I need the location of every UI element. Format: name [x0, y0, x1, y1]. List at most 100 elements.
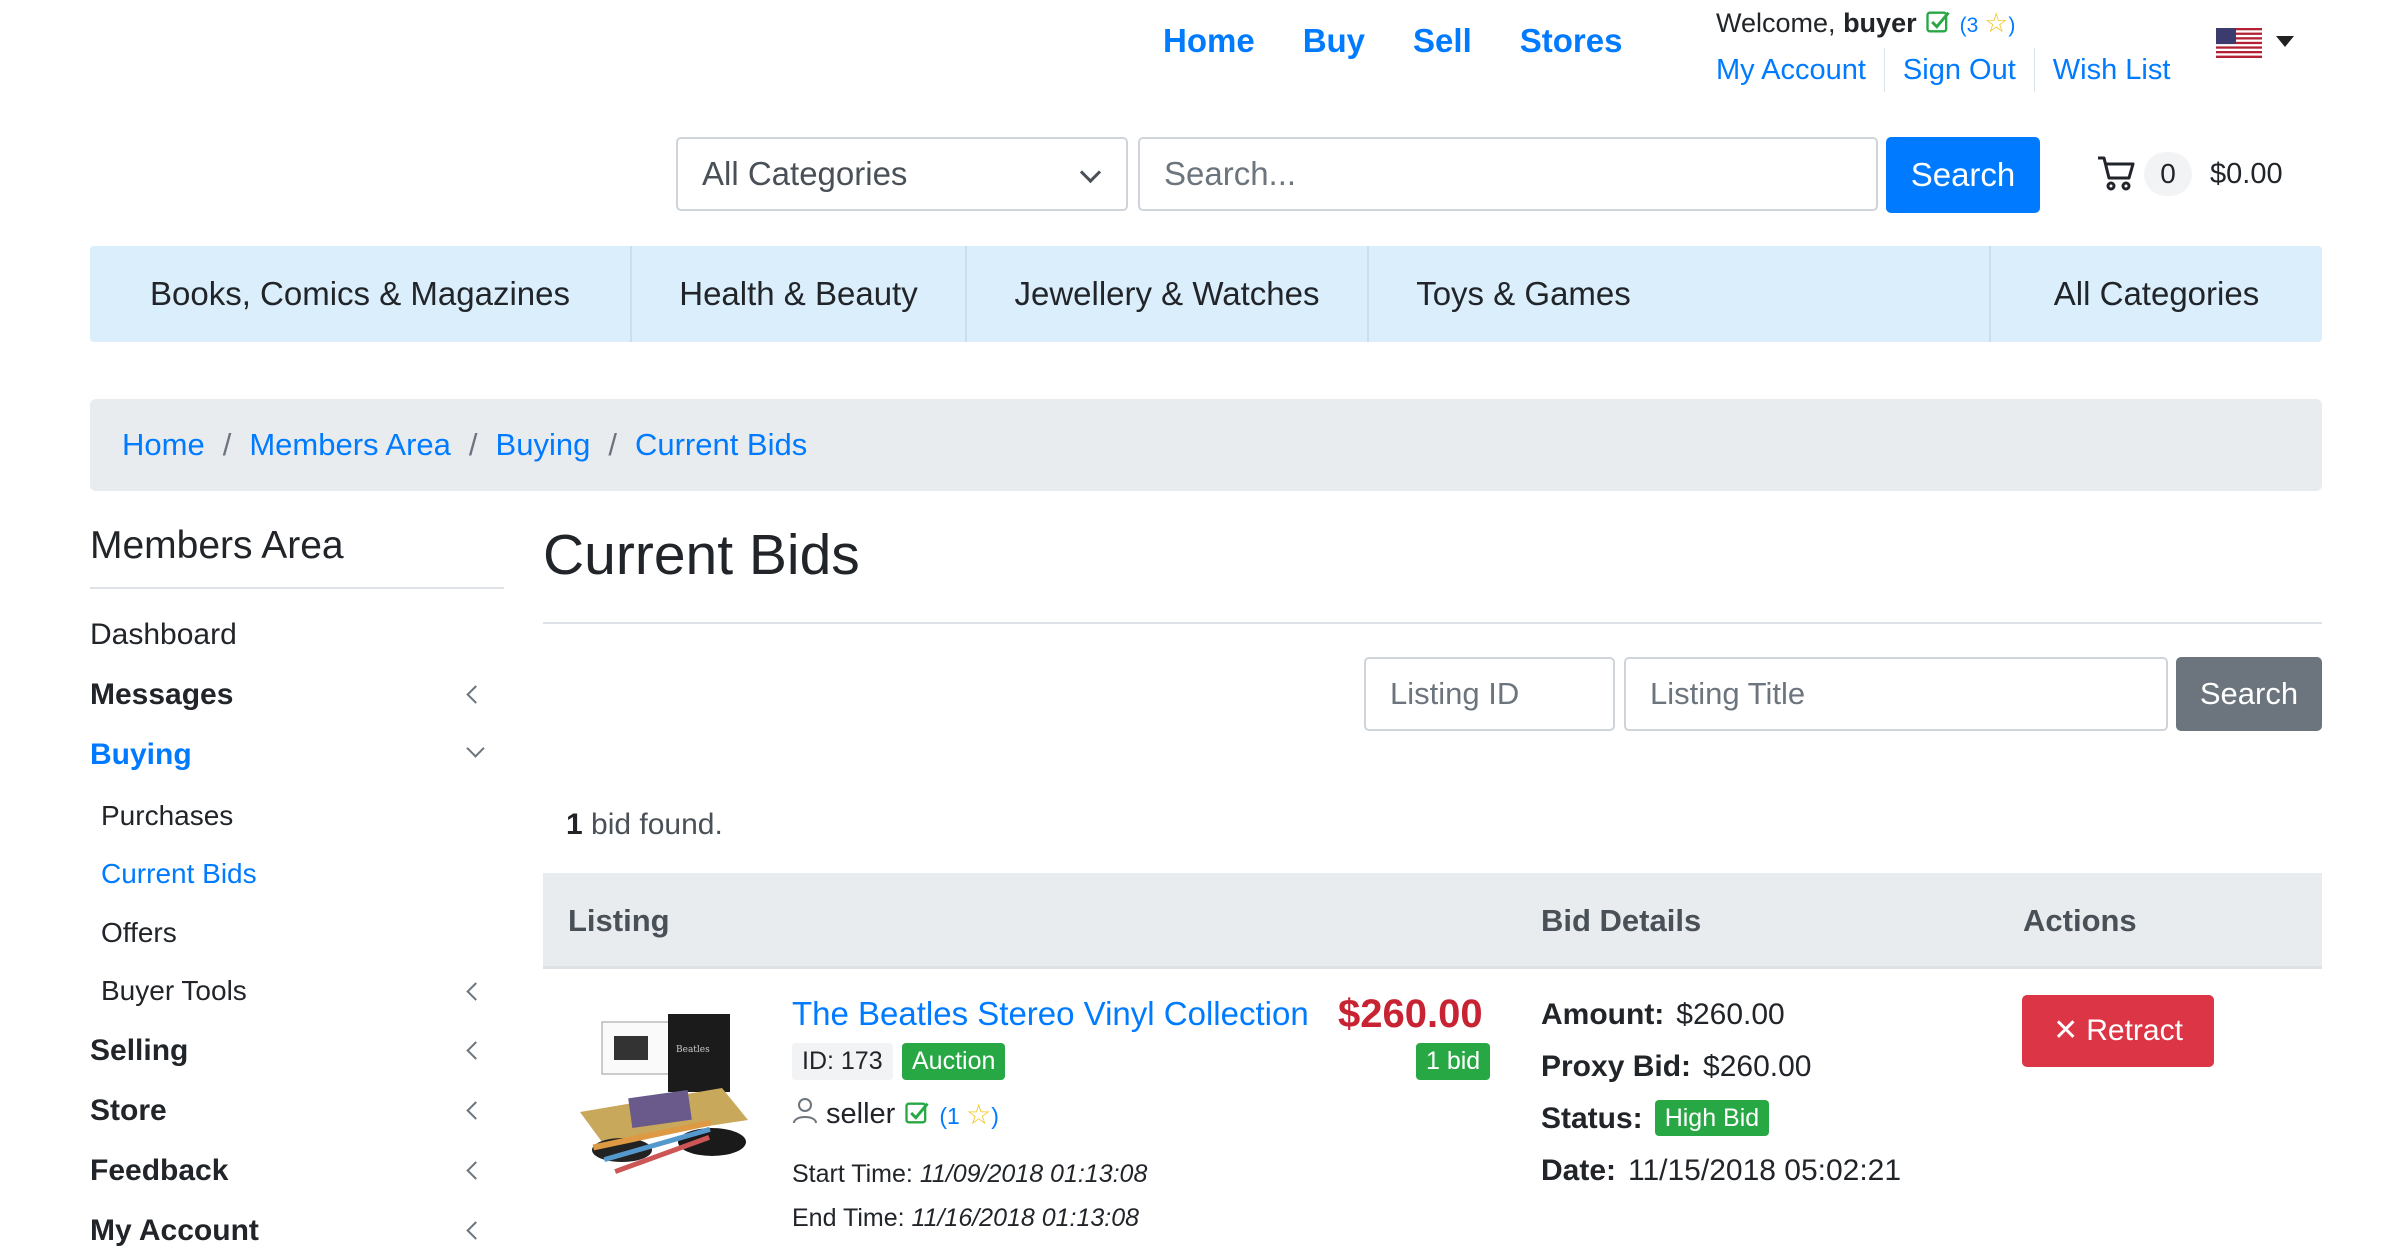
seller-rating[interactable]: (1 ☆)	[939, 1098, 999, 1131]
listing-type-badge: Auction	[902, 1043, 1006, 1080]
star-icon: ☆	[966, 1098, 992, 1130]
sign-out-link[interactable]: Sign Out	[1883, 48, 2034, 92]
search-button[interactable]: Search	[1886, 137, 2040, 213]
sidebar-item-buyer-tools[interactable]: Buyer Tools	[101, 975, 504, 1007]
my-account-link[interactable]: My Account	[1716, 48, 1884, 92]
chevron-left-icon	[466, 982, 485, 1001]
start-time-label: Start Time:	[792, 1160, 913, 1188]
bid-amount-value: $260.00	[1676, 998, 1785, 1031]
sidebar-item-label: Offers	[101, 917, 177, 948]
main-nav: Home Buy Sell Stores	[1163, 22, 1622, 60]
listing-price: $260.00	[1338, 992, 1483, 1036]
nav-stores-link[interactable]: Stores	[1520, 22, 1623, 60]
category-health-beauty[interactable]: Health & Beauty	[632, 246, 967, 342]
end-time-row: End Time: 11/16/2018 01:13:08	[792, 1204, 1139, 1233]
listing-thumbnail[interactable]: Beatles	[572, 992, 754, 1182]
rating-open-paren: (	[1959, 14, 1967, 37]
listing-title-input[interactable]: Listing Title	[1624, 657, 2168, 731]
retract-button[interactable]: ✕ Retract	[2022, 995, 2214, 1067]
category-select[interactable]: All Categories	[676, 137, 1128, 211]
proxy-bid-row: Proxy Bid: $260.00	[1541, 1050, 1811, 1084]
status-badge: High Bid	[1654, 1100, 1770, 1136]
locale-dropdown-caret-icon[interactable]	[2276, 36, 2294, 47]
breadcrumb-separator: /	[222, 427, 232, 462]
breadcrumb-buying[interactable]: Buying	[496, 427, 591, 463]
account-links: My Account Sign Out Wish List	[1716, 48, 2188, 92]
user-icon	[792, 1096, 818, 1132]
breadcrumb-current-bids[interactable]: Current Bids	[635, 427, 807, 463]
chevron-down-icon	[466, 739, 485, 758]
sidebar-item-label: Buyer Tools	[101, 975, 247, 1006]
listing-title-link[interactable]: The Beatles Stereo Vinyl Collection	[792, 995, 1309, 1033]
sidebar-item-label: Dashboard	[90, 618, 237, 651]
category-all[interactable]: All Categories	[1989, 246, 2322, 342]
bid-date-value: 11/15/2018 05:02:21	[1628, 1154, 1902, 1187]
bid-date-row: Date: 11/15/2018 05:02:21	[1541, 1154, 1901, 1188]
listing-title-placeholder: Listing Title	[1650, 676, 1806, 711]
sidebar-divider	[90, 587, 504, 589]
svg-text:Beatles: Beatles	[676, 1045, 710, 1055]
category-select-value: All Categories	[702, 155, 908, 192]
listing-id-placeholder: Listing ID	[1390, 676, 1520, 711]
nav-home-link[interactable]: Home	[1163, 22, 1255, 60]
search-input[interactable]: Search...	[1138, 137, 1878, 211]
username[interactable]: buyer	[1843, 8, 1917, 38]
sidebar-item-current-bids[interactable]: Current Bids	[101, 858, 504, 890]
proxy-bid-label: Proxy Bid:	[1541, 1050, 1692, 1083]
seller-rating-count: 1	[946, 1102, 960, 1129]
end-time-label: End Time:	[792, 1204, 905, 1232]
listing-id-input[interactable]: Listing ID	[1364, 657, 1615, 731]
sidebar-item-purchases[interactable]: Purchases	[101, 800, 504, 832]
sidebar-item-feedback[interactable]: Feedback	[90, 1154, 504, 1188]
breadcrumb-home[interactable]: Home	[122, 427, 205, 463]
sidebar-item-buying[interactable]: Buying	[90, 738, 504, 772]
title-divider	[543, 622, 2322, 624]
sidebar-item-label: Buying	[90, 738, 192, 771]
category-toys-games[interactable]: Toys & Games	[1369, 246, 1678, 342]
sidebar-title: Members Area	[90, 524, 344, 567]
results-count: 1 bid found.	[566, 808, 723, 842]
breadcrumb-members-area[interactable]: Members Area	[249, 427, 451, 463]
cart-total[interactable]: $0.00	[2210, 158, 2283, 191]
sidebar-item-label: Store	[90, 1094, 167, 1127]
user-rating[interactable]: (3 ☆)	[1959, 8, 2016, 38]
sidebar-item-label: Messages	[90, 678, 234, 711]
bid-amount-row: Amount: $260.00	[1541, 998, 1785, 1032]
verified-check-icon	[903, 1098, 931, 1131]
category-jewellery-watches[interactable]: Jewellery & Watches	[967, 246, 1369, 342]
welcome-message: Welcome, buyer (3 ☆)	[1716, 8, 2015, 39]
cart-icon[interactable]	[2096, 154, 2136, 192]
us-flag-icon[interactable]	[2216, 28, 2262, 58]
seller-name[interactable]: seller	[826, 1098, 895, 1131]
cart-count-badge[interactable]: 0	[2144, 152, 2192, 196]
close-icon: ✕	[2053, 1014, 2079, 1047]
sidebar-item-store[interactable]: Store	[90, 1094, 504, 1128]
breadcrumb-separator: /	[468, 427, 478, 462]
results-count-text: bid found.	[582, 808, 723, 841]
chevron-left-icon	[466, 1101, 485, 1120]
category-books-comics-magazines[interactable]: Books, Comics & Magazines	[90, 246, 632, 342]
breadcrumb: Home / Members Area / Buying / Current B…	[90, 399, 2322, 491]
bid-status-label: Status:	[1541, 1102, 1643, 1135]
chevron-left-icon	[466, 685, 485, 704]
verified-check-icon	[1924, 8, 1960, 38]
sidebar-item-messages[interactable]: Messages	[90, 678, 504, 712]
start-time-value: 11/09/2018 01:13:08	[919, 1160, 1148, 1188]
column-header-listing: Listing	[568, 903, 670, 938]
sidebar-item-dashboard[interactable]: Dashboard	[90, 618, 504, 652]
proxy-bid-value: $260.00	[1703, 1050, 1812, 1083]
wish-list-link[interactable]: Wish List	[2033, 48, 2189, 92]
sidebar-item-offers[interactable]: Offers	[101, 917, 504, 949]
retract-button-label: Retract	[2086, 1014, 2183, 1047]
nav-sell-link[interactable]: Sell	[1413, 22, 1472, 60]
sidebar-item-label: My Account	[90, 1214, 259, 1247]
filter-search-button[interactable]: Search	[2176, 657, 2322, 731]
seller-info: seller (1 ☆)	[792, 1096, 999, 1132]
table-header: Listing Bid Details Actions	[543, 873, 2322, 969]
sidebar-item-my-account[interactable]: My Account	[90, 1214, 504, 1248]
search-placeholder: Search...	[1164, 155, 1297, 192]
nav-buy-link[interactable]: Buy	[1303, 22, 1365, 60]
sidebar-item-selling[interactable]: Selling	[90, 1034, 504, 1068]
rating-close-paren: )	[991, 1102, 999, 1129]
results-count-number: 1	[566, 808, 583, 841]
